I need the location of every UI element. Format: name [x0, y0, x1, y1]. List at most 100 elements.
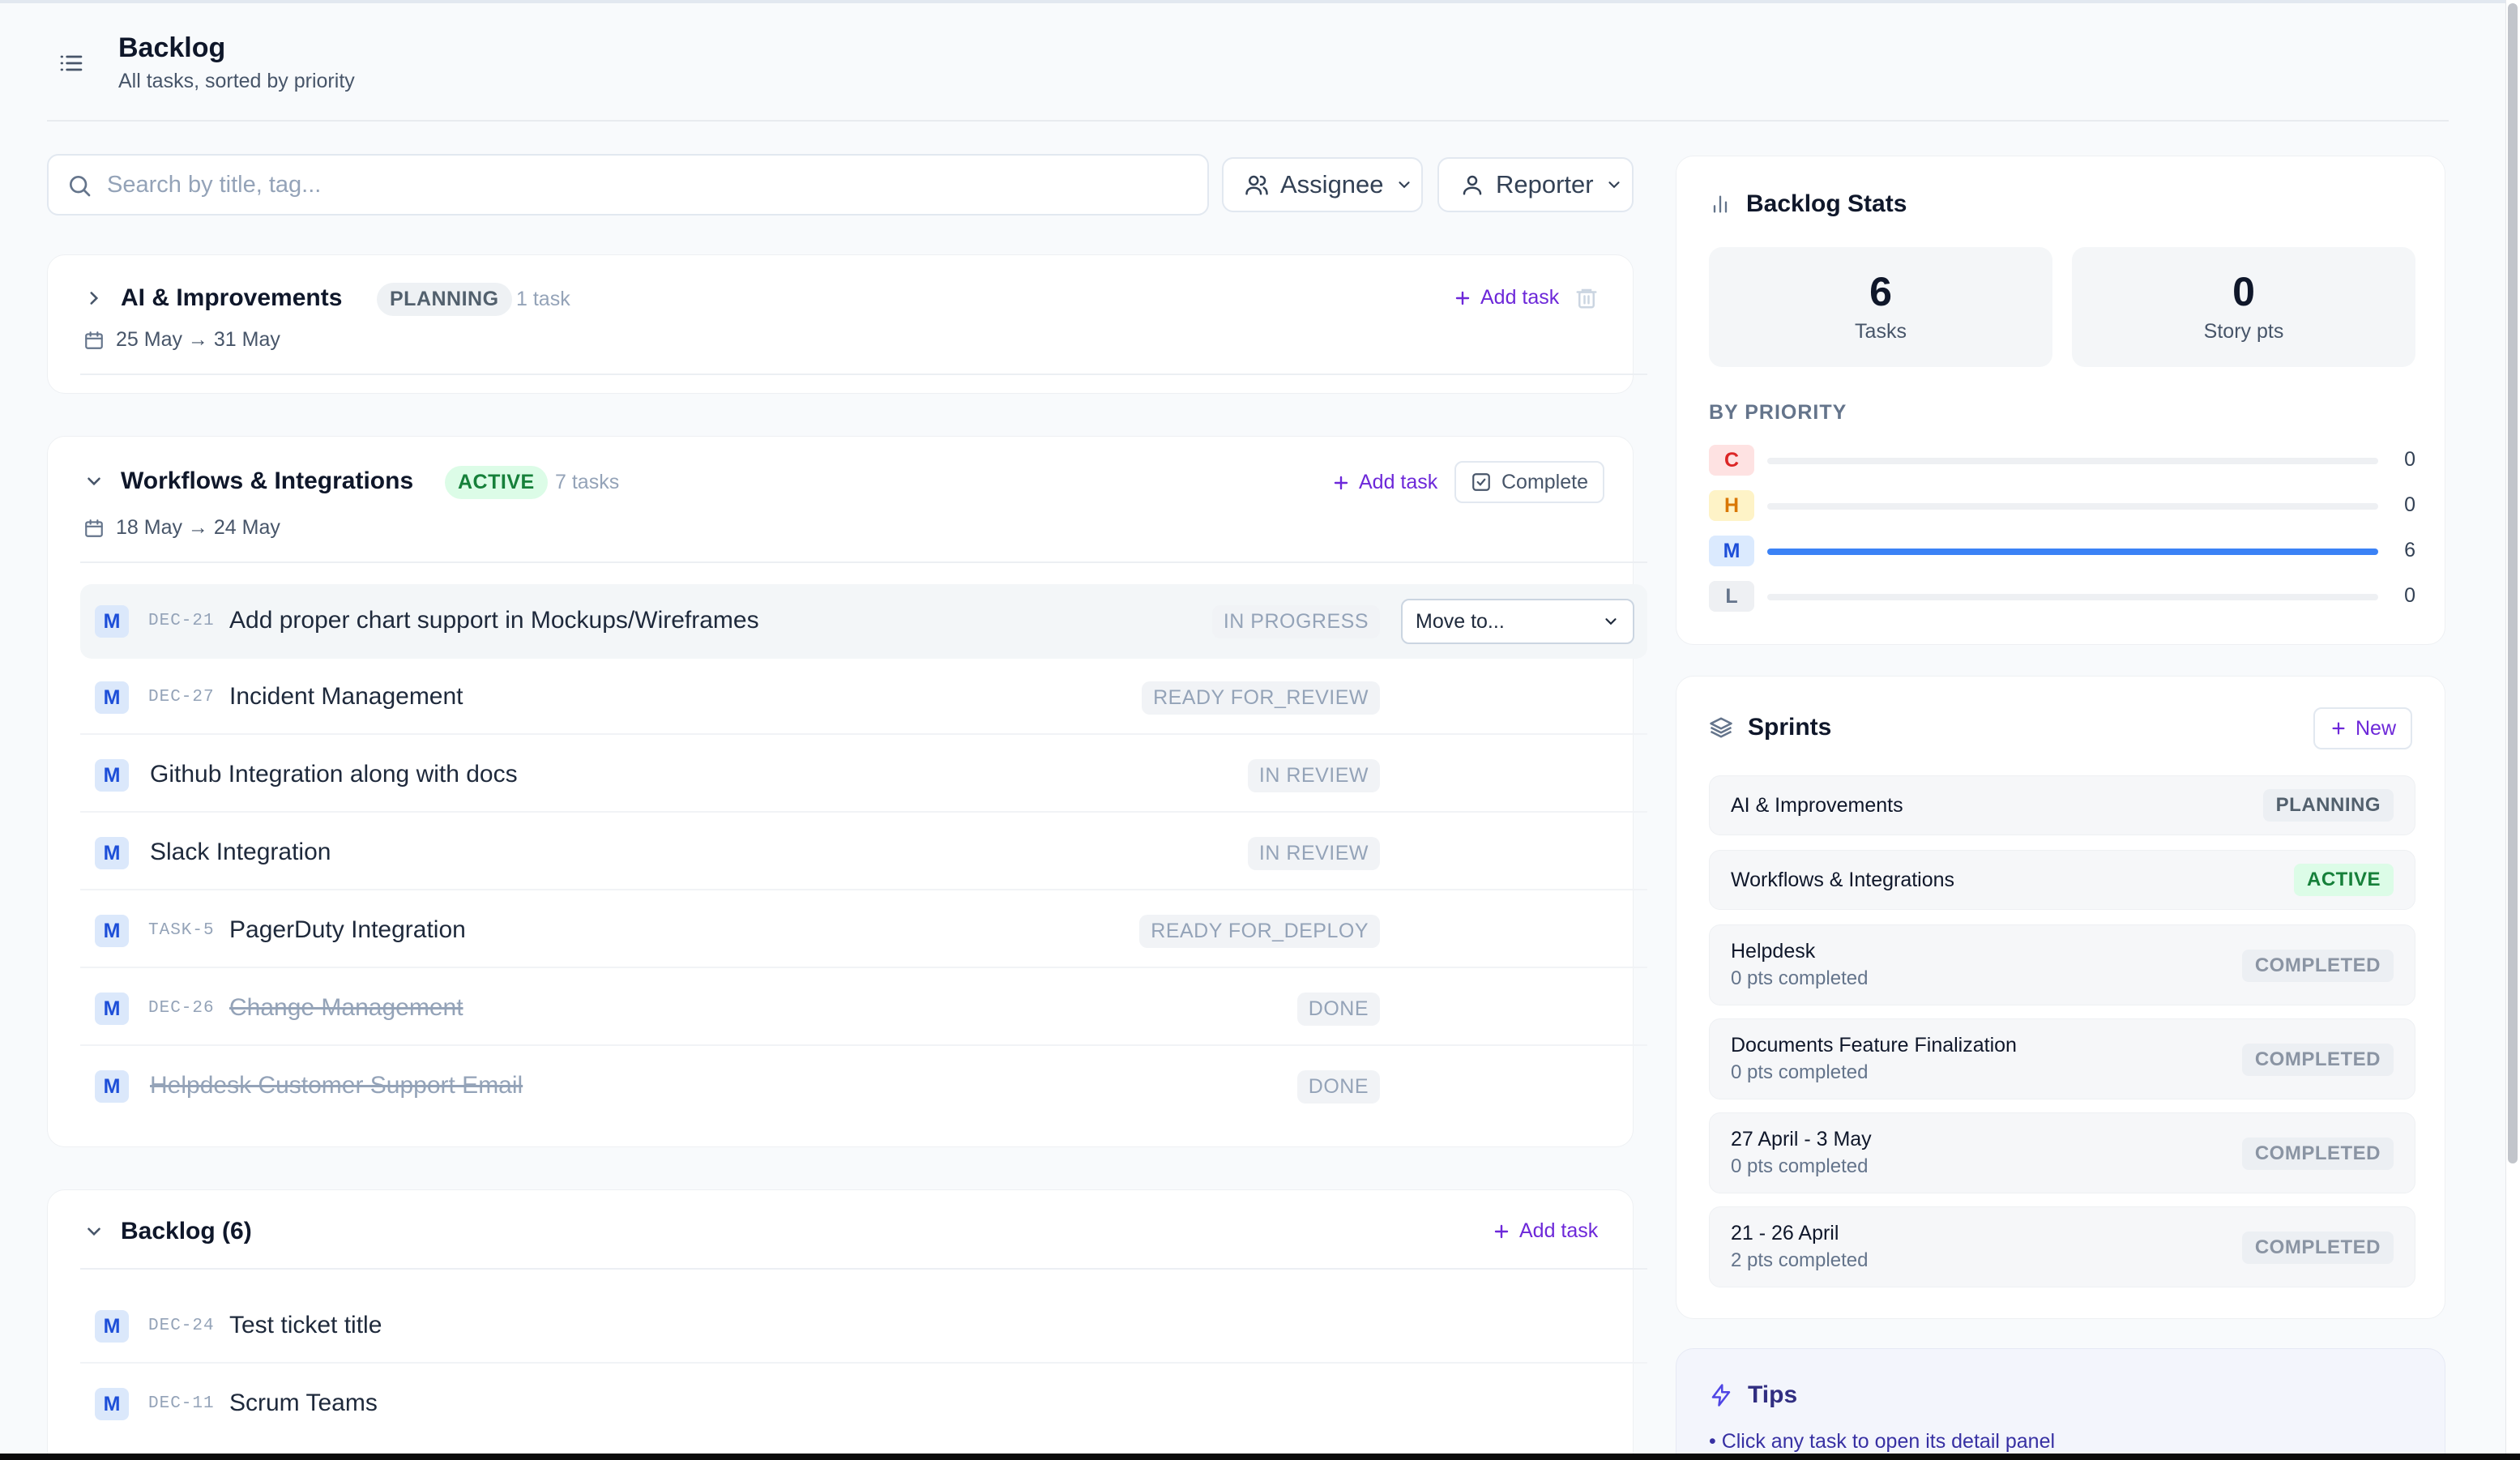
priority-chip: M [95, 1310, 129, 1343]
new-sprint-button[interactable]: New [2313, 707, 2412, 749]
add-task-button[interactable]: Add task [1331, 471, 1437, 494]
story-points-stat: 0 Story pts [2072, 247, 2415, 367]
task-title[interactable]: Test ticket title [229, 1312, 382, 1339]
sprint-item-points: 0 pts completed [1731, 1155, 1869, 1177]
sprint-item-status: COMPLETED [2241, 1138, 2394, 1170]
task-row[interactable]: M DEC-26 Change Management DONE [80, 971, 1647, 1046]
sprint-task-count: 7 tasks [555, 471, 620, 493]
list-menu-icon[interactable] [58, 50, 84, 76]
priority-chip: M [95, 1070, 129, 1103]
reporter-filter-button[interactable]: Reporter [1437, 157, 1634, 212]
move-to-label: Move to... [1416, 609, 1505, 633]
complete-sprint-button[interactable]: Complete [1454, 461, 1604, 503]
story-points-label: Story pts [2203, 320, 2284, 343]
task-title[interactable]: Helpdesk Customer Support Email [150, 1072, 523, 1099]
sprint-item-status: COMPLETED [2241, 1044, 2394, 1076]
add-task-button[interactable]: Add task [1453, 286, 1559, 310]
task-title[interactable]: PagerDuty Integration [229, 916, 466, 944]
plus-icon [2332, 722, 2345, 735]
sprints-header: Sprints [1709, 714, 1831, 741]
task-title[interactable]: Slack Integration [150, 839, 331, 866]
priority-chip: M [95, 915, 129, 947]
backlog-card: Backlog (6) Add task M DEC-24 Test ticke… [47, 1189, 1647, 1460]
priority-chip: M [95, 681, 129, 714]
priority-count: 0 [2404, 448, 2415, 471]
sprint-list-item[interactable]: Documents Feature Finalization 0 pts com… [1709, 1018, 2415, 1099]
tasks-stat: 6 Tasks [1709, 247, 2052, 367]
priority-bar-track [1767, 458, 2378, 464]
task-key: DEC-11 [148, 1394, 215, 1413]
chevron-right-icon[interactable] [83, 288, 105, 309]
search-box[interactable] [47, 154, 1209, 216]
task-row[interactable]: M DEC-27 Incident Management READY FOR_R… [80, 660, 1647, 735]
task-row[interactable]: M DEC-11 Scrum Teams [80, 1367, 1647, 1441]
search-icon [70, 176, 91, 197]
sprint-list-item[interactable]: Helpdesk 0 pts completed COMPLETED [1709, 924, 2415, 1005]
chevron-down-icon[interactable] [83, 471, 105, 492]
add-task-button[interactable]: Add task [1492, 1219, 1598, 1243]
layers-icon [1710, 717, 1732, 738]
priority-count: 0 [2404, 493, 2415, 516]
task-title[interactable]: Incident Management [229, 683, 463, 711]
sprint-name[interactable]: Workflows & Integrations [121, 467, 413, 495]
trash-icon[interactable] [1574, 286, 1599, 310]
plus-icon [1494, 1224, 1509, 1238]
priority-chip: L [1709, 581, 1754, 612]
sprint-list-item[interactable]: AI & Improvements PLANNING [1709, 775, 2415, 835]
task-status: READY FOR_DEPLOY [1139, 915, 1380, 948]
task-title[interactable]: Change Management [229, 994, 463, 1022]
task-row[interactable]: M Helpdesk Customer Support Email DONE [80, 1049, 1647, 1124]
task-row[interactable]: M Slack Integration IN REVIEW [80, 816, 1647, 890]
plus-icon [1455, 291, 1470, 305]
priority-chip: M [95, 993, 129, 1025]
assignee-filter-button[interactable]: Assignee [1222, 157, 1423, 212]
sprint-card-ai-improvements: AI & Improvements PLANNING 1 task 25 May… [47, 254, 1647, 394]
sprint-item-status: COMPLETED [2241, 1232, 2394, 1264]
task-row[interactable]: M DEC-24 Test ticket title [80, 1289, 1647, 1364]
task-row[interactable]: M DEC-21 Add proper chart support in Moc… [80, 584, 1647, 659]
task-key: DEC-27 [148, 688, 215, 707]
task-title[interactable]: Scrum Teams [229, 1390, 378, 1417]
task-key: DEC-21 [148, 612, 215, 630]
task-row[interactable]: M Github Integration along with docs IN … [80, 738, 1647, 813]
sprint-list-item[interactable]: 21 - 26 April 2 pts completed COMPLETED [1709, 1206, 2415, 1287]
priority-chip: M [95, 837, 129, 869]
user-icon [1463, 175, 1482, 195]
task-key: TASK-5 [148, 921, 215, 940]
sprint-list-item[interactable]: 27 April - 3 May 0 pts completed COMPLET… [1709, 1112, 2415, 1193]
sprint-item-name: 21 - 26 April [1731, 1222, 1839, 1244]
sprint-item-status: PLANNING [2262, 789, 2394, 822]
sprint-item-name: AI & Improvements [1731, 794, 1903, 817]
sprint-name[interactable]: AI & Improvements [121, 284, 342, 312]
priority-bar-track [1767, 594, 2378, 600]
users-icon [1245, 175, 1268, 195]
priority-row-medium: M 6 [1709, 536, 2415, 568]
sprint-dates: 18 May → 24 May [83, 516, 280, 540]
bar-chart-icon [1713, 195, 1728, 213]
by-priority-label: BY PRIORITY [1709, 401, 1847, 424]
window-bottom-edge [0, 1454, 2520, 1460]
tips-panel: Tips • Click any task to open its detail… [1676, 1348, 2445, 1460]
add-task-label: Add task [1519, 1219, 1599, 1242]
add-task-label: Add task [1480, 286, 1560, 309]
chevron-down-icon [1605, 618, 1617, 625]
task-row[interactable]: M TASK-5 PagerDuty Integration READY FOR… [80, 894, 1647, 968]
task-status: READY FOR_REVIEW [1142, 681, 1380, 715]
search-input[interactable] [107, 167, 1160, 203]
priority-row-low: L 0 [1709, 581, 2415, 613]
task-title[interactable]: Github Integration along with docs [150, 761, 518, 788]
header-divider [47, 120, 2449, 122]
sprint-item-points: 2 pts completed [1731, 1249, 1869, 1271]
backlog-title[interactable]: Backlog (6) [121, 1218, 252, 1245]
chevron-down-icon [1608, 181, 1620, 189]
scrollbar-thumb[interactable] [2508, 3, 2518, 1163]
sprint-task-count: 1 task [516, 288, 570, 310]
sprint-list-item[interactable]: Workflows & Integrations ACTIVE [1709, 850, 2415, 910]
page-header: Backlog All tasks, sorted by priority [0, 0, 2505, 122]
task-title[interactable]: Add proper chart support in Mockups/Wire… [229, 607, 759, 634]
move-to-select[interactable]: Move to... [1401, 599, 1634, 644]
sprint-status-badge: ACTIVE [445, 466, 548, 499]
sprint-status-badge: PLANNING [377, 283, 512, 316]
chevron-down-icon[interactable] [83, 1221, 105, 1242]
calendar-icon [85, 519, 103, 537]
